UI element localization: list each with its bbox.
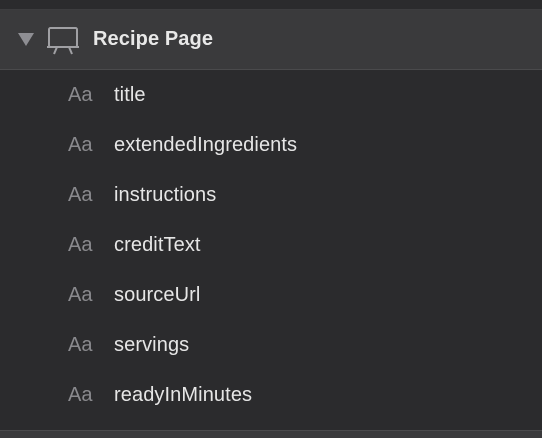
field-label: instructions	[114, 183, 217, 206]
text-type-icon: Aa	[68, 383, 93, 406]
field-list: Aa title Aa extendedIngredients Aa instr…	[0, 70, 542, 430]
field-label: extendedIngredients	[114, 133, 298, 156]
text-type-icon: Aa	[68, 183, 93, 206]
presentation-board-icon	[46, 25, 80, 55]
top-divider	[0, 0, 542, 10]
page-title: Recipe Page	[93, 28, 214, 50]
field-label: creditText	[114, 233, 201, 256]
list-item[interactable]: Aa sourceUrl	[0, 270, 542, 320]
disclosure-triangle-down-icon[interactable]	[18, 33, 34, 46]
list-item[interactable]: Aa creditText	[0, 220, 542, 270]
field-label: readyInMinutes	[114, 383, 253, 406]
next-group-header[interactable]	[0, 430, 542, 438]
text-type-icon: Aa	[68, 133, 93, 156]
list-item[interactable]: Aa servings	[0, 320, 542, 370]
text-type-icon: Aa	[68, 283, 93, 306]
text-type-icon: Aa	[68, 233, 93, 256]
text-type-icon: Aa	[68, 333, 93, 356]
list-item[interactable]: Aa title	[0, 70, 542, 120]
text-type-icon: Aa	[68, 83, 93, 106]
list-item[interactable]: Aa readyInMinutes	[0, 370, 542, 420]
field-label: sourceUrl	[114, 283, 201, 306]
list-item[interactable]: Aa extendedIngredients	[0, 120, 542, 170]
field-label: title	[114, 83, 146, 106]
field-label: servings	[114, 333, 190, 356]
page-group-header[interactable]: Recipe Page	[0, 10, 542, 70]
list-item[interactable]: Aa instructions	[0, 170, 542, 220]
